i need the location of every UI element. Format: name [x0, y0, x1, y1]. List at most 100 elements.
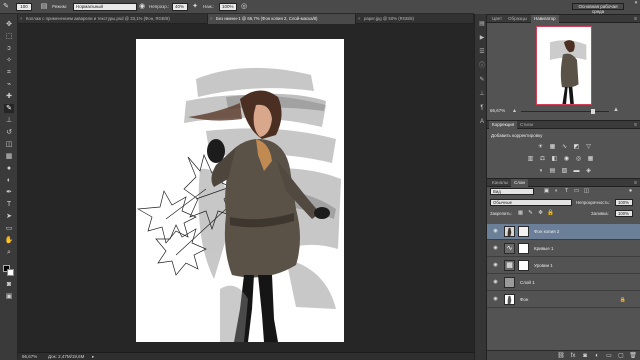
eraser-tool-icon[interactable]: ◫ — [4, 140, 14, 149]
vibrance-icon[interactable]: ▽ — [585, 144, 592, 151]
new-layer-icon[interactable]: ▢ — [617, 352, 625, 360]
press-field[interactable]: 100% — [219, 3, 237, 11]
invert-icon[interactable]: ◑ — [537, 168, 544, 175]
hand-tool-icon[interactable]: ✋ — [4, 236, 14, 245]
selective-color-icon[interactable]: ◈ — [585, 168, 592, 175]
brush-panel-icon[interactable]: ✎ — [478, 76, 486, 84]
color-balance-icon[interactable]: ⚖ — [539, 156, 546, 163]
navigator-thumbnail[interactable] — [536, 26, 592, 105]
eyedropper-tool-icon[interactable]: ⌁ — [4, 80, 14, 89]
quick-select-tool-icon[interactable]: ✧ — [4, 56, 14, 65]
link-layers-icon[interactable]: ⛓ — [557, 352, 565, 360]
airbrush-icon[interactable]: ✦ — [191, 3, 199, 11]
layer-name[interactable]: Кривые 1 — [534, 246, 554, 251]
filter-toggle-icon[interactable]: ● — [627, 188, 634, 195]
actions-panel-icon[interactable]: ▶ — [478, 34, 486, 42]
paragraph-panel-icon[interactable]: ¶ — [478, 104, 486, 112]
exposure-icon[interactable]: ◩ — [573, 144, 580, 151]
background-color-swatch[interactable] — [7, 269, 14, 276]
marquee-tool-icon[interactable]: ⬚ — [4, 32, 14, 41]
close-icon[interactable]: × — [358, 14, 361, 24]
doc-tab-collage[interactable]: × Коллаж с применением акварели и тексту… — [18, 14, 208, 24]
navigator-zoom[interactable]: 66,67% — [490, 108, 505, 113]
brush-size-field[interactable]: 100 — [16, 3, 32, 11]
gradient-tool-icon[interactable]: ▦ — [4, 152, 14, 161]
zoom-in-icon[interactable]: ▲ — [613, 107, 619, 113]
clone-source-panel-icon[interactable]: ⊥ — [478, 90, 486, 98]
mode-select[interactable]: Нормальный — [73, 3, 137, 11]
workspace-switcher[interactable]: Основная рабочая среда — [572, 3, 624, 14]
layer-name[interactable]: Фон — [520, 297, 528, 302]
visibility-eye-icon[interactable]: ◉ — [492, 245, 499, 252]
visibility-eye-icon[interactable]: ◉ — [492, 279, 499, 286]
panel-menu-icon[interactable]: ≡ — [634, 179, 637, 187]
pressure-opacity-icon[interactable]: ◉ — [138, 3, 146, 11]
new-group-icon[interactable]: ▭ — [605, 352, 613, 360]
filter-type-icon[interactable]: T — [563, 188, 570, 195]
layer-fill-field[interactable]: 100% — [615, 210, 633, 217]
lock-pixels-icon[interactable]: ✎ — [527, 210, 534, 217]
brightness-icon[interactable]: ☀ — [537, 144, 544, 151]
blur-tool-icon[interactable]: ● — [4, 164, 14, 173]
levels-icon[interactable]: ▦ — [549, 144, 556, 151]
tab-layers[interactable]: Слои — [511, 179, 528, 187]
layer-row[interactable]: ◉ ▦ Уровни 1 — [487, 258, 640, 274]
visibility-eye-icon[interactable]: ◉ — [492, 262, 499, 269]
tab-channels[interactable]: Каналы — [489, 179, 511, 187]
filter-adjustment-icon[interactable]: ◐ — [553, 188, 560, 195]
layer-mask-thumbnail[interactable] — [518, 243, 529, 254]
crop-tool-icon[interactable]: ⌗ — [4, 68, 14, 77]
zoom-tool-icon[interactable]: ⌕ — [4, 248, 14, 257]
blend-mode-select[interactable]: Обычные — [490, 199, 572, 206]
tab-navigator[interactable]: Навигатор — [531, 15, 559, 23]
status-zoom[interactable]: 66,67% — [22, 354, 37, 359]
black-white-icon[interactable]: ◧ — [551, 156, 558, 163]
channel-mixer-icon[interactable]: ◎ — [575, 156, 582, 163]
document-canvas[interactable] — [136, 39, 344, 342]
info-panel-icon[interactable]: ⓘ — [478, 62, 486, 70]
curves-icon[interactable]: ∿ — [561, 144, 568, 151]
filter-shape-icon[interactable]: ▭ — [573, 188, 580, 195]
brush-tool-preset-icon[interactable]: ✎ — [2, 3, 10, 11]
properties-panel-icon[interactable]: ☰ — [478, 48, 486, 56]
add-mask-icon[interactable]: ◙ — [581, 352, 589, 360]
layer-row[interactable]: ◉ Слой 1 — [487, 275, 640, 291]
layer-row[interactable]: ◉ Фон копия 2 — [487, 224, 640, 240]
delete-layer-icon[interactable]: 🗑 — [629, 352, 637, 360]
window-controls[interactable]: ▾ — [633, 0, 639, 6]
dodge-tool-icon[interactable]: ◐ — [4, 176, 14, 185]
lock-position-icon[interactable]: ✥ — [537, 210, 544, 217]
navigator-zoom-slider[interactable] — [521, 109, 609, 114]
move-tool-icon[interactable]: ✥ — [4, 20, 14, 29]
filter-pixel-icon[interactable]: ▣ — [543, 188, 550, 195]
visibility-eye-icon[interactable]: ◉ — [492, 228, 499, 235]
healing-tool-icon[interactable]: ✚ — [4, 92, 14, 101]
shape-tool-icon[interactable]: ▭ — [4, 224, 14, 233]
tab-swatches[interactable]: Образцы — [505, 15, 530, 23]
layer-name[interactable]: Слой 1 — [520, 280, 535, 285]
history-brush-icon[interactable]: ↺ — [4, 128, 14, 137]
doc-tab-untitled[interactable]: × Без имени-1 @ 66,7% (Фон копия 2, Слой… — [208, 14, 356, 24]
tab-color[interactable]: Цвет — [489, 15, 505, 23]
tab-adjustments[interactable]: Коррекция — [489, 121, 518, 129]
layer-opacity-field[interactable]: 100% — [615, 199, 633, 206]
zoom-slider-knob[interactable] — [591, 109, 595, 114]
lasso-tool-icon[interactable]: ↄ — [4, 44, 14, 53]
lock-transparency-icon[interactable]: ▦ — [517, 210, 524, 217]
layer-name[interactable]: Уровни 1 — [534, 263, 553, 268]
canvas-area[interactable] — [18, 24, 474, 352]
layer-row[interactable]: ◉ ∿ Кривые 1 — [487, 241, 640, 257]
tablet-pressure-icon[interactable]: ◎ — [240, 3, 248, 11]
close-icon[interactable]: × — [20, 14, 23, 24]
layer-style-icon[interactable]: fx — [569, 352, 577, 360]
new-adjustment-icon[interactable]: ◐ — [593, 352, 601, 360]
color-lookup-icon[interactable]: ▦ — [587, 156, 594, 163]
layer-row[interactable]: ◉ Фон 🔒 — [487, 292, 640, 308]
panel-menu-icon[interactable]: ≡ — [634, 15, 637, 23]
pen-tool-icon[interactable]: ✒ — [4, 188, 14, 197]
status-arrow-icon[interactable]: ▸ — [92, 354, 94, 360]
history-panel-icon[interactable]: ▤ — [478, 20, 486, 28]
filter-smart-icon[interactable]: ◫ — [583, 188, 590, 195]
screen-mode-icon[interactable]: ▣ — [4, 292, 14, 301]
doc-tab-paper[interactable]: × paper.jpg @ 50% (RGB/8) — [356, 14, 474, 24]
